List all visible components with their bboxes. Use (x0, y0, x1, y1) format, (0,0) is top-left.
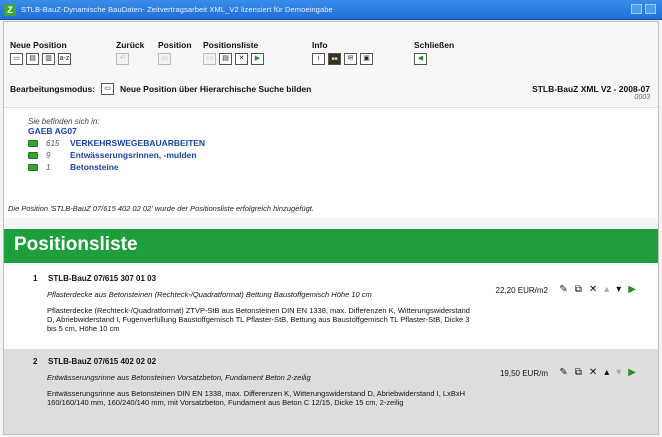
minimize-button[interactable] (631, 4, 642, 14)
edit-mode-label: Bearbeitungsmodus: (10, 84, 96, 94)
list-delete-icon[interactable]: ✕ (235, 53, 248, 65)
tree-item-label[interactable]: VERKEHRSWEGEBAUARBEITEN (70, 138, 205, 148)
version-sub: 0003 (634, 94, 650, 101)
new-document-icon[interactable]: ▭ (10, 53, 23, 65)
edit-mode-text: Neue Position über Hierarchische Suche b… (120, 84, 312, 94)
list-export-icon[interactable]: ▶ (251, 53, 264, 65)
position-edit-icon[interactable]: ▭ (158, 53, 171, 65)
window-titlebar: Z STLB-BauZ-Dynamische BauDaten- Zeitver… (0, 0, 662, 20)
position-row[interactable]: 2 STLB-BauZ 07/615 402 02 02 Entwässerun… (4, 349, 658, 434)
export-position-icon[interactable]: ▶ (628, 367, 636, 378)
tree-item-label[interactable]: Betonsteine (70, 162, 119, 172)
edit-mode-icon[interactable]: ▭ (101, 83, 115, 95)
toolbar-label-new-position: Neue Position (10, 40, 67, 50)
toolbar-group-new-position: Neue Position ▭ ▤ ▥ a-z (10, 40, 71, 65)
position-row[interactable]: 1 STLB-BauZ 07/615 307 01 03 Pflasterdec… (4, 266, 658, 349)
position-code: STLB-BauZ 07/615 402 02 02 (48, 357, 157, 366)
close-exit-icon[interactable]: ◀ (414, 53, 427, 65)
position-number: 1 (33, 274, 38, 283)
folder-icon (28, 163, 38, 171)
sort-az-icon[interactable]: a-z (58, 53, 71, 65)
position-long-text: Entwässerungsrinne aus Betonsteinen DIN … (47, 389, 465, 407)
tree-item-number: 1 (46, 162, 51, 172)
status-message: Die Position 'STLB-BauZ 07/615 402 02 02… (8, 204, 314, 213)
position-number: 2 (33, 357, 38, 366)
edit-pencil-icon[interactable]: ✎ (559, 367, 567, 378)
edit-pencil-icon[interactable]: ✎ (559, 284, 567, 295)
folder-icon (28, 139, 38, 147)
toolbar-group-position: Position ▭ (158, 40, 192, 65)
toolbar-group-info: Info i ■■ ✉ ▣ (312, 40, 373, 65)
info-icon[interactable]: i (312, 53, 325, 65)
toolbar-group-back: Zurück ↶ (116, 40, 144, 65)
window-icon[interactable]: ▣ (360, 53, 373, 65)
location-intro: Sie befinden sich in: (28, 117, 100, 126)
positions-banner: Positionsliste (4, 229, 658, 263)
move-down-icon[interactable]: ▾ (616, 367, 621, 378)
mail-icon[interactable]: ✉ (344, 53, 357, 65)
tree-item-label[interactable]: Entwässerungsrinnen, -mulden (70, 150, 197, 160)
edit-mode-line: Bearbeitungsmodus: ▭ Neue Position über … (10, 83, 311, 95)
toolbar-label-position: Position (158, 40, 192, 50)
export-position-icon[interactable]: ▶ (628, 284, 636, 295)
location-panel: Sie befinden sich in: GAEB AG07 615 VERK… (4, 107, 658, 218)
delete-icon[interactable]: ✕ (589, 367, 597, 378)
app-logo-icon: Z (4, 3, 16, 16)
toolbar-group-close: Schließen ◀ (414, 40, 454, 65)
toolbar-label-back: Zurück (116, 40, 145, 50)
move-up-icon[interactable]: ▴ (604, 367, 609, 378)
copy-icon[interactable]: ⧉ (575, 284, 582, 295)
delete-icon[interactable]: ✕ (589, 284, 597, 295)
positions-title: Positionsliste (14, 234, 138, 255)
position-code: STLB-BauZ 07/615 307 01 03 (48, 274, 157, 283)
list-copy-icon[interactable]: ▭ (203, 53, 216, 65)
move-up-icon[interactable]: ▴ (604, 284, 609, 295)
position-short-text: Entwässerungsrinne aus Betonsteinen Vors… (47, 373, 311, 382)
position-price: 22,20 EUR/m2 (495, 286, 548, 295)
toolbar-label-info: Info (312, 40, 328, 50)
position-short-text: Pflasterdecke aus Betonsteinen (Rechteck… (47, 290, 372, 299)
back-icon[interactable]: ↶ (116, 53, 129, 65)
tree-item[interactable]: 615 VERKEHRSWEGEBAUARBEITEN (28, 138, 205, 148)
main-frame: Neue Position ▭ ▤ ▥ a-z Zurück ↶ Positio… (3, 21, 659, 435)
position-price: 19,50 EUR/m (499, 369, 548, 378)
tree-item-number: 615 (46, 138, 60, 148)
location-root-link[interactable]: GAEB AG07 (28, 126, 77, 136)
maximize-button[interactable] (645, 4, 656, 14)
new-from-tree-icon[interactable]: ▤ (26, 53, 39, 65)
tree-item[interactable]: 9 Entwässerungsrinnen, -mulden (28, 150, 197, 160)
list-document-icon[interactable]: ▤ (219, 53, 232, 65)
copy-icon[interactable]: ⧉ (575, 367, 582, 378)
window-title: STLB-BauZ-Dynamische BauDaten- Zeitvertr… (21, 5, 333, 14)
new-from-search-icon[interactable]: ▥ (42, 53, 55, 65)
version-label: STLB-BauZ XML V2 - 2008-07 (532, 84, 650, 94)
toolbar-group-position-list: Positionsliste ▭ ▤ ✕ ▶ (203, 40, 264, 65)
database-info-icon[interactable]: ■■ (328, 53, 341, 65)
folder-icon (28, 151, 38, 159)
toolbar-label-position-list: Positionsliste (203, 40, 259, 50)
tree-item-number: 9 (46, 150, 51, 160)
position-long-text: Pflasterdecke (Rechteck-/Quadratformat) … (47, 306, 470, 333)
tree-item[interactable]: 1 Betonsteine (28, 162, 119, 172)
move-down-icon[interactable]: ▾ (616, 284, 621, 295)
toolbar-label-close: Schließen (414, 40, 455, 50)
